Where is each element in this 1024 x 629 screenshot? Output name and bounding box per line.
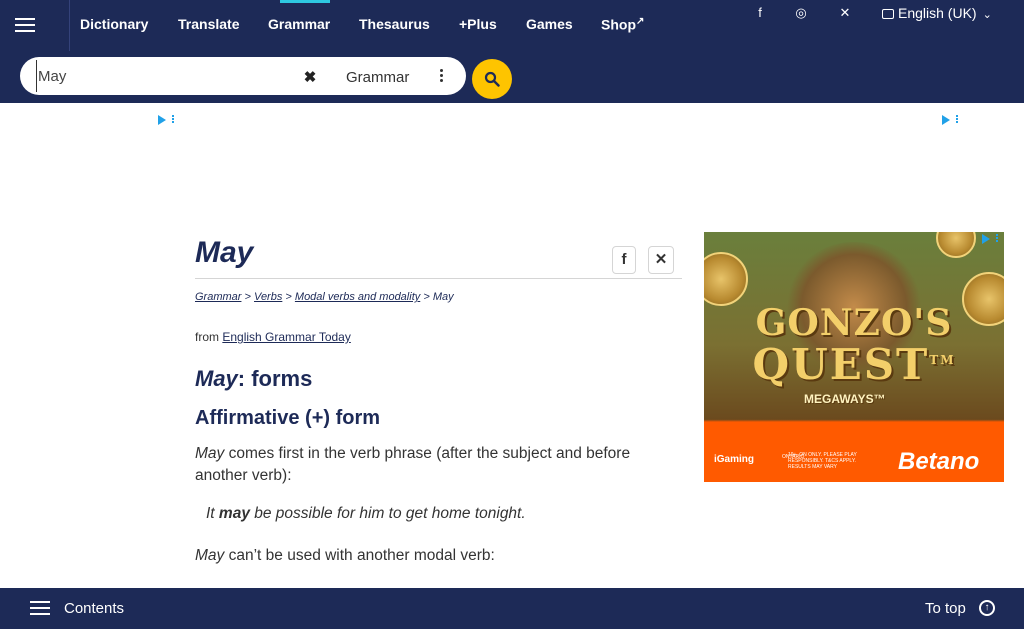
- contents-button[interactable]: Contents: [64, 600, 124, 617]
- breadcrumb-separator: >: [423, 291, 430, 303]
- search-input[interactable]: [36, 60, 286, 92]
- nav-dictionary[interactable]: Dictionary: [80, 16, 148, 32]
- ad-fine-print: 19+. ON ONLY. PLEASE PLAY RESPONSIBLY. T…: [788, 452, 857, 470]
- nav-grammar[interactable]: Grammar: [268, 16, 330, 32]
- nav-translate[interactable]: Translate: [178, 16, 239, 32]
- ad-trademark: TM: [929, 353, 956, 367]
- adchoices-icon[interactable]: [158, 115, 174, 128]
- search-bar: ✖ Grammar: [0, 51, 1024, 103]
- headword-divider: [195, 278, 682, 279]
- adchoices-icon[interactable]: [982, 234, 998, 247]
- share-facebook-button[interactable]: f: [612, 246, 636, 274]
- nav-plus[interactable]: +Plus: [459, 16, 497, 32]
- dictionary-select[interactable]: Grammar: [326, 62, 462, 92]
- share-x-button[interactable]: ✕: [648, 246, 674, 274]
- sidebar-ad[interactable]: [20, 113, 180, 629]
- language-selector[interactable]: English (UK) ⌄: [882, 4, 992, 22]
- coin-decoration: [936, 232, 976, 258]
- paragraph-text: comes first in the verb phrase (after th…: [195, 445, 631, 484]
- bottom-bar: Contents To top ↑: [0, 588, 1024, 629]
- arrow-up-icon[interactable]: ↑: [979, 600, 995, 616]
- ad-brand-logo: Betano: [898, 448, 980, 475]
- facebook-icon[interactable]: f: [747, 4, 773, 22]
- ad-partner-logo: iGaming: [714, 454, 755, 465]
- to-top-button[interactable]: To top: [925, 600, 966, 617]
- instagram-icon[interactable]: ◎: [788, 4, 814, 22]
- paragraph: May comes first in the verb phrase (afte…: [195, 443, 675, 487]
- entry-headword: May: [195, 236, 254, 269]
- breadcrumb-verbs[interactable]: Verbs: [254, 291, 282, 303]
- chevron-down-icon: ⌄: [982, 9, 992, 21]
- paragraph-keyword: May: [195, 445, 225, 462]
- more-options-icon: [440, 69, 444, 85]
- breadcrumb-modal-verbs[interactable]: Modal verbs and modality: [295, 291, 420, 303]
- search-icon: [484, 71, 500, 87]
- source-prefix: from: [195, 330, 219, 344]
- example-text: be possible for him to get home tonight.: [249, 505, 526, 522]
- section-heading-rest: : forms: [237, 366, 313, 391]
- ad-title-word: QUEST: [752, 340, 930, 389]
- contents-menu-icon[interactable]: [30, 600, 50, 616]
- active-tab-indicator: [280, 0, 330, 3]
- section-heading: May: forms: [195, 366, 312, 392]
- source-link[interactable]: English Grammar Today: [222, 330, 351, 344]
- x-icon[interactable]: ✕: [832, 4, 858, 22]
- nav-games[interactable]: Games: [526, 16, 573, 32]
- clear-search-button[interactable]: ✖: [299, 67, 321, 89]
- example-keyword: may: [218, 505, 250, 522]
- example-text: It: [206, 505, 219, 522]
- adchoices-icon[interactable]: [942, 115, 958, 128]
- dictionary-select-label: Grammar: [346, 69, 410, 86]
- nav-shop[interactable]: Shop↗: [601, 16, 644, 33]
- ad-title-line2: QUESTTM: [704, 340, 1004, 389]
- paragraph-keyword: May: [195, 547, 225, 564]
- example-sentence: It may be possible for him to get home t…: [206, 505, 526, 523]
- nav-shop-label: Shop: [601, 16, 636, 33]
- breadcrumb-grammar[interactable]: Grammar: [195, 291, 241, 303]
- search-button[interactable]: [472, 59, 512, 99]
- subsection-heading: Affirmative (+) form: [195, 407, 381, 429]
- breadcrumb-separator: >: [244, 291, 251, 303]
- external-link-icon: ↗: [636, 16, 645, 27]
- game-ad[interactable]: GONZO'S QUESTTM MEGAWAYS™ iGaming ONTARI…: [704, 232, 1004, 482]
- section-heading-word: May: [195, 366, 238, 391]
- nav-divider: [69, 0, 70, 51]
- breadcrumb-current: May: [432, 291, 454, 303]
- banner-ad[interactable]: [237, 113, 964, 202]
- top-navigation: Dictionary Translate Grammar Thesaurus +…: [0, 0, 1024, 51]
- coin-decoration: [704, 252, 748, 306]
- paragraph-text: can’t be used with another modal verb:: [224, 547, 495, 564]
- language-label: English (UK): [898, 5, 977, 21]
- breadcrumb: Grammar > Verbs > Modal verbs and modali…: [195, 291, 454, 303]
- nav-thesaurus[interactable]: Thesaurus: [359, 16, 430, 32]
- ad-title-line1: GONZO'S: [755, 302, 953, 344]
- language-icon: [882, 9, 894, 19]
- facebook-icon: f: [621, 251, 627, 268]
- hamburger-menu-button[interactable]: [12, 12, 38, 38]
- source-line: from English Grammar Today: [195, 330, 351, 344]
- x-icon: ✕: [654, 251, 668, 268]
- ad-title-line3: MEGAWAYS™: [804, 392, 886, 406]
- breadcrumb-separator: >: [285, 291, 292, 303]
- paragraph: May can’t be used with another modal ver…: [195, 545, 675, 567]
